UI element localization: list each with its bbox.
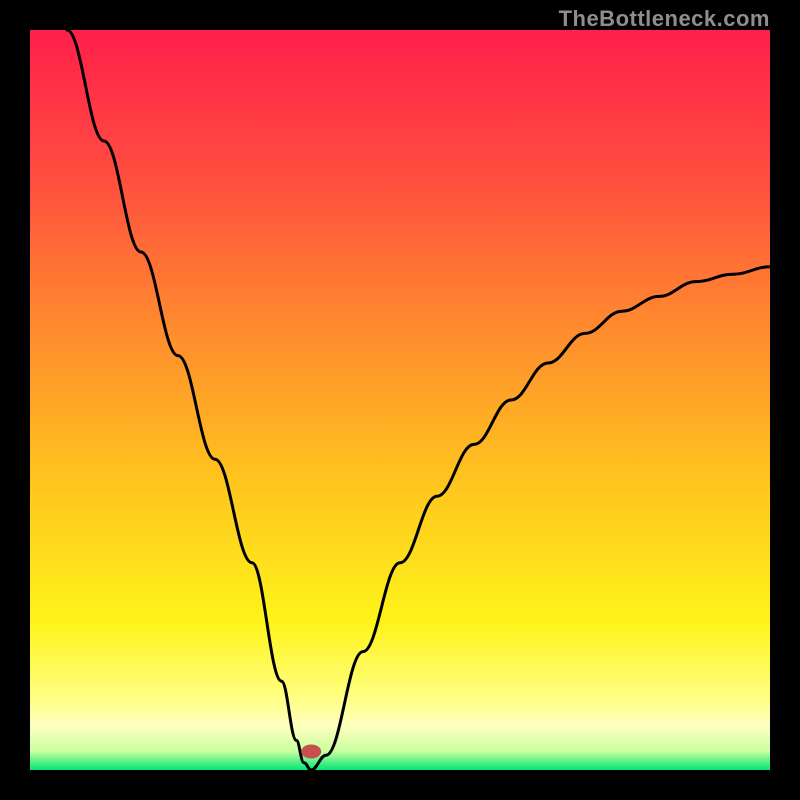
watermark-text: TheBottleneck.com [559,6,770,32]
plot-area [30,30,770,770]
gradient-background [30,30,770,770]
optimal-marker [301,745,321,759]
chart-frame: TheBottleneck.com [0,0,800,800]
chart-svg [30,30,770,770]
